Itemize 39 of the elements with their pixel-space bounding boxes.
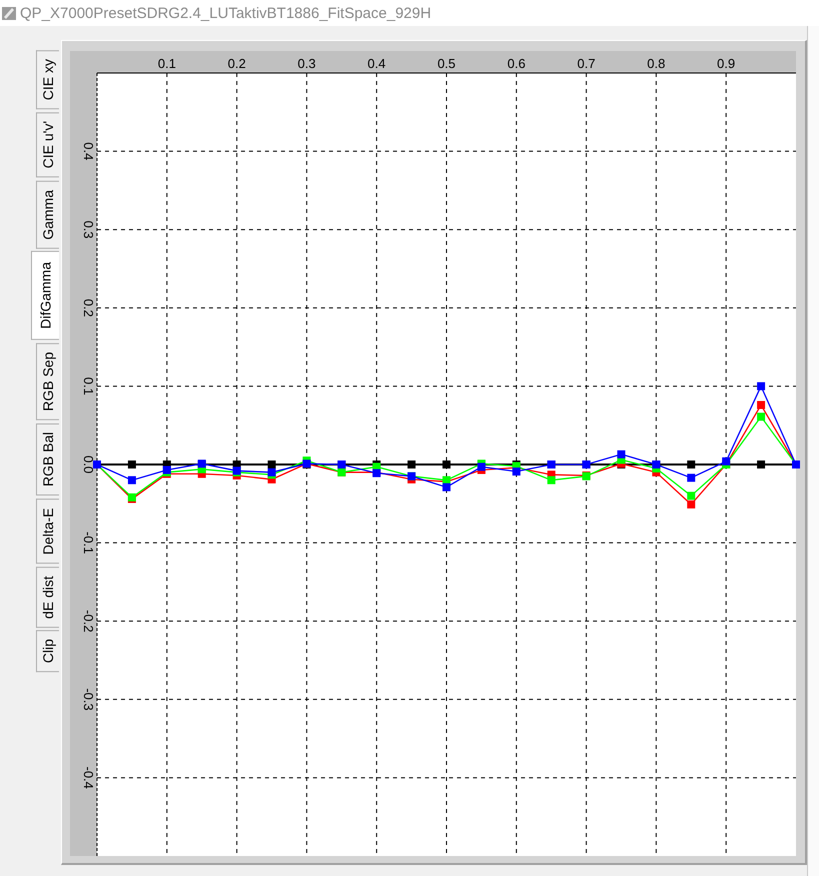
data-point <box>512 468 521 476</box>
x-tick-label: 0.6 <box>508 56 526 71</box>
y-tick-label: -0.3 <box>81 688 96 711</box>
data-point <box>372 469 381 478</box>
data-point <box>757 460 766 468</box>
window-title: QP_X7000PresetSDRG2.4_LUTaktivBT1886_FitSpace_929H <box>20 4 432 22</box>
x-tick-label: 0.3 <box>298 56 316 71</box>
app-icon <box>2 5 16 21</box>
x-tick-label: 0.9 <box>717 56 736 71</box>
y-tick-label: 0.1 <box>81 377 96 396</box>
tab[interactable]: Gamma <box>36 180 60 248</box>
y-tick-label: 0.2 <box>81 298 96 317</box>
data-point <box>408 460 416 468</box>
y-tick-label: -0.1 <box>81 532 96 554</box>
data-point <box>442 483 451 492</box>
tab[interactable]: Clip <box>36 630 60 673</box>
x-tick-label: 0.4 <box>368 56 386 71</box>
y-tick-label: -0.4 <box>81 766 96 789</box>
y-tick-label: 0.0 <box>81 455 96 474</box>
y-tick-label: -0.2 <box>81 610 96 632</box>
data-point <box>128 460 136 468</box>
tab[interactable]: Delta-E <box>36 498 60 564</box>
data-point <box>757 412 766 421</box>
data-point <box>128 476 136 484</box>
tab[interactable]: dE dist <box>36 566 60 628</box>
x-tick-label: 0.7 <box>577 56 596 71</box>
y-tick-label: 0.3 <box>81 220 96 239</box>
tab[interactable]: RGB Bal <box>36 423 60 496</box>
tab[interactable]: CIE xy <box>36 50 60 110</box>
tab[interactable]: RGB Sep <box>36 343 60 420</box>
data-point <box>757 382 766 390</box>
x-tick-label: 0.2 <box>228 56 246 71</box>
data-point <box>687 460 696 468</box>
x-tick-label: 0.5 <box>438 56 456 71</box>
y-tick-label: 0.4 <box>81 142 96 160</box>
tab[interactable]: DifGamma <box>31 251 60 340</box>
x-tick-label: 0.1 <box>158 56 176 71</box>
tab[interactable]: CIE u'v' <box>36 112 60 178</box>
x-tick-label: 0.8 <box>647 56 666 71</box>
